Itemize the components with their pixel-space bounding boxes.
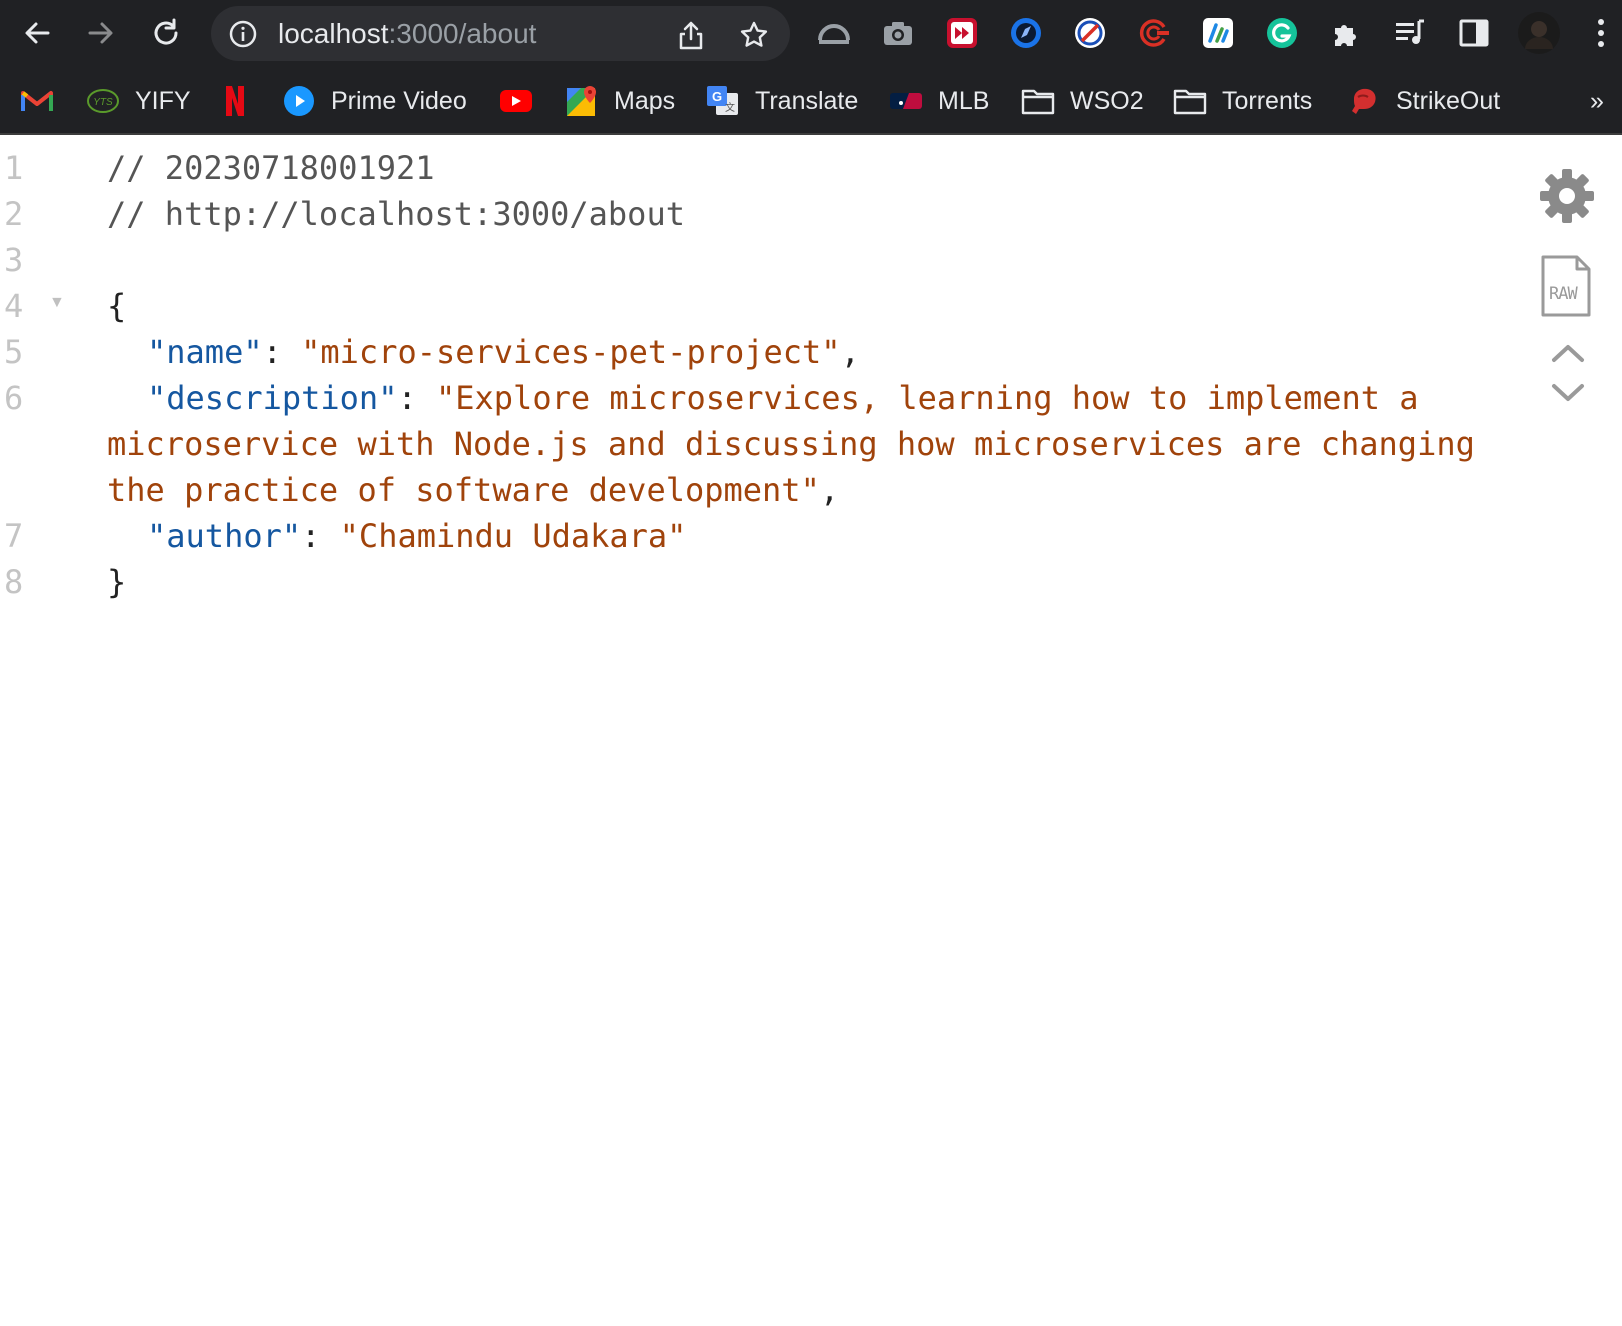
gear-icon[interactable] — [1538, 167, 1596, 225]
gmail-icon — [20, 84, 54, 118]
bookmark-yify[interactable]: YTS YIFY — [86, 81, 191, 121]
video-speed-extension-icon[interactable] — [943, 14, 981, 52]
line-number: 8 — [4, 563, 24, 601]
bookmark-prime-video[interactable]: Prime Video — [282, 81, 467, 121]
slashes-extension-icon[interactable] — [1199, 14, 1237, 52]
comment-url: // http://localhost:3000/about — [107, 195, 685, 233]
json-key: "name" — [147, 333, 263, 371]
bookmark-label: YIFY — [135, 86, 191, 115]
side-panel-icon[interactable] — [1455, 14, 1493, 52]
json-string-value[interactable]: "micro-services-pet-project" — [301, 333, 840, 371]
kebab-menu-icon[interactable] — [1583, 14, 1619, 52]
reload-icon[interactable] — [143, 10, 189, 56]
json-field-description: "description": "Explore microservices, l… — [107, 379, 1475, 509]
chevron-down-icon[interactable] — [1550, 382, 1586, 408]
line-number: 7 — [4, 517, 24, 555]
overflow-chevron-icon: » — [1590, 86, 1604, 115]
json-viewer: 1 2 3 4 5 6 7 8 ▼ // 20230718001921 // h… — [0, 137, 1622, 1326]
avatar[interactable] — [1517, 11, 1561, 55]
bookmarks-overflow-button[interactable]: » — [1590, 81, 1604, 121]
json-field-author: "author": "Chamindu Udakara" — [147, 517, 687, 555]
browser-toolbar: localhost:3000/about — [0, 0, 1622, 67]
translate-icon: G文 — [706, 84, 740, 118]
boxing-glove-icon — [1347, 84, 1381, 118]
line-number: 3 — [4, 241, 24, 279]
json-key: "author" — [147, 517, 302, 555]
forward-arrow-icon[interactable] — [78, 10, 124, 56]
bookmark-translate[interactable]: G文 Translate — [706, 81, 858, 121]
open-brace: { — [107, 287, 127, 325]
bookmark-gmail[interactable] — [20, 81, 69, 121]
json-field-name: "name": "micro-services-pet-project", — [147, 333, 860, 371]
star-icon[interactable] — [739, 20, 769, 55]
line-number: 1 — [4, 149, 24, 187]
grammarly-icon[interactable] — [1263, 14, 1301, 52]
adblock-extension-icon[interactable] — [1071, 14, 1109, 52]
line-number: 4 — [4, 287, 24, 325]
blue-circle-extension-icon[interactable] — [1007, 14, 1045, 52]
bookmark-label: Prime Video — [331, 86, 467, 115]
yts-icon: YTS — [86, 84, 120, 118]
netflix-icon — [218, 84, 252, 118]
bookmark-folder-torrents[interactable]: Torrents — [1173, 81, 1312, 121]
line-number: 5 — [4, 333, 24, 371]
bookmark-youtube[interactable] — [499, 81, 548, 121]
info-icon[interactable] — [229, 20, 257, 53]
bookmark-strikeout[interactable]: StrikeOut — [1347, 81, 1500, 121]
puzzle-icon[interactable] — [1327, 14, 1365, 52]
bookmark-label: Maps — [614, 86, 676, 115]
raw-view-button[interactable]: RAW — [1540, 254, 1592, 318]
mlb-icon — [889, 84, 923, 118]
json-key: "description" — [147, 379, 398, 417]
address-bar[interactable]: localhost:3000/about — [211, 6, 790, 61]
camera-extension-icon[interactable] — [879, 14, 917, 52]
line-number: 2 — [4, 195, 24, 233]
bookmark-mlb[interactable]: MLB — [889, 81, 989, 121]
url-text[interactable]: localhost:3000/about — [278, 20, 536, 48]
prime-video-icon — [282, 84, 316, 118]
share-icon[interactable] — [677, 20, 705, 55]
bookmarks-bar: YTS YIFY Prime Video Maps G文 Translate M… — [0, 67, 1622, 135]
folder-icon — [1173, 84, 1207, 118]
svg-text:文: 文 — [725, 101, 735, 114]
bookmark-label: MLB — [938, 86, 990, 115]
fold-toggle-icon[interactable]: ▼ — [49, 294, 65, 312]
chevron-up-icon[interactable] — [1550, 342, 1586, 368]
bookmark-label: Translate — [755, 86, 859, 115]
svg-text:G: G — [712, 89, 722, 104]
target-extension-icon[interactable] — [1135, 14, 1173, 52]
comment-timestamp: // 20230718001921 — [107, 149, 435, 187]
folder-icon — [1021, 84, 1055, 118]
tab-manager-extension-icon[interactable] — [815, 14, 853, 52]
raw-label: RAW — [1549, 284, 1578, 304]
maps-icon — [565, 84, 599, 118]
json-string-value[interactable]: "Chamindu Udakara" — [340, 517, 687, 555]
reading-list-icon[interactable] — [1391, 14, 1429, 52]
close-brace: } — [107, 563, 127, 601]
bookmark-folder-wso2[interactable]: WSO2 — [1021, 81, 1144, 121]
line-number: 6 — [4, 379, 24, 417]
bookmark-label: WSO2 — [1070, 86, 1144, 115]
bookmark-netflix[interactable] — [218, 81, 267, 121]
svg-text:YTS: YTS — [93, 97, 113, 108]
bookmark-label: Torrents — [1222, 86, 1313, 115]
json-code: // 20230718001921 // http://localhost:30… — [107, 137, 1487, 735]
bookmark-maps[interactable]: Maps — [565, 81, 675, 121]
back-arrow-icon[interactable] — [14, 10, 60, 56]
bookmark-label: StrikeOut — [1396, 86, 1501, 115]
youtube-icon — [499, 84, 533, 118]
